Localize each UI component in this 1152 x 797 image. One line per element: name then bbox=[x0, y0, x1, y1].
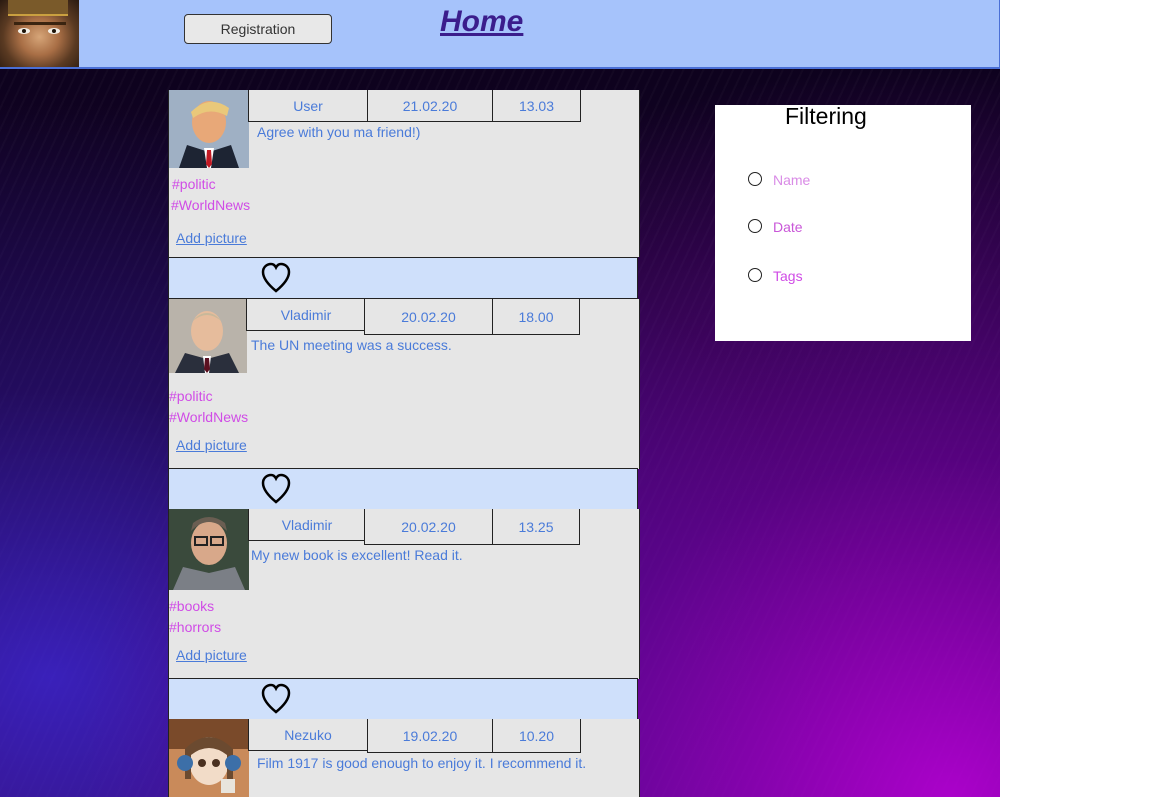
logo-eye-left bbox=[18, 28, 30, 34]
post-tag[interactable]: #horrors bbox=[169, 619, 221, 635]
avatar-image bbox=[169, 90, 249, 168]
post-card: Nezuko 19.02.20 10.20 Film 1917 is good … bbox=[168, 719, 640, 797]
like-bar bbox=[168, 257, 638, 299]
avatar-image bbox=[169, 299, 247, 373]
logo-brow bbox=[14, 22, 66, 25]
avatar bbox=[169, 719, 249, 797]
filter-name-radio[interactable] bbox=[748, 172, 762, 186]
post-time: 18.00 bbox=[492, 299, 580, 335]
post-time: 10.20 bbox=[492, 719, 581, 753]
add-picture-link[interactable]: Add picture bbox=[176, 647, 247, 663]
add-picture-link[interactable]: Add picture bbox=[176, 437, 247, 453]
filter-panel: Filtering Name Date Tags bbox=[715, 103, 971, 341]
post-text: Agree with you ma friend!) bbox=[257, 124, 421, 140]
heart-icon[interactable] bbox=[261, 683, 291, 715]
home-link[interactable]: Home bbox=[440, 5, 523, 39]
post-time: 13.03 bbox=[492, 90, 581, 122]
heart-icon[interactable] bbox=[261, 473, 291, 505]
post-card: Vladimir 20.02.20 13.25 My new book is e… bbox=[168, 509, 640, 679]
filter-tags-radio[interactable] bbox=[748, 268, 762, 282]
post-date: 21.02.20 bbox=[367, 90, 493, 122]
post-card: Vladimir 20.02.20 18.00 The UN meeting w… bbox=[168, 299, 640, 469]
logo-eye-right bbox=[48, 28, 60, 34]
post-text: The UN meeting was a success. bbox=[251, 337, 452, 353]
header-bar: Registration Home bbox=[0, 0, 1000, 69]
post-author: Nezuko bbox=[248, 719, 368, 751]
logo-crown bbox=[8, 0, 68, 16]
post-author: Vladimir bbox=[248, 509, 366, 541]
registration-button[interactable]: Registration bbox=[184, 14, 332, 44]
post-card: User 21.02.20 13.03 Agree with you ma fr… bbox=[168, 90, 640, 257]
post-tag[interactable]: #books bbox=[169, 598, 214, 614]
filter-date-label[interactable]: Date bbox=[773, 219, 803, 235]
post-tag[interactable]: #WorldNews bbox=[169, 409, 248, 425]
filter-date-radio[interactable] bbox=[748, 219, 762, 233]
avatar bbox=[169, 509, 249, 590]
post-date: 19.02.20 bbox=[367, 719, 493, 753]
post-time: 13.25 bbox=[492, 509, 580, 545]
post-author: User bbox=[248, 90, 368, 122]
post-author: Vladimir bbox=[246, 299, 366, 331]
post-date: 20.02.20 bbox=[364, 509, 493, 545]
avatar bbox=[169, 299, 249, 373]
heart-icon[interactable] bbox=[261, 262, 291, 294]
like-bar bbox=[168, 468, 638, 510]
post-tag[interactable]: #politic bbox=[172, 176, 216, 192]
post-text: Film 1917 is good enough to enjoy it. I … bbox=[257, 755, 587, 771]
filter-title: Filtering bbox=[785, 103, 867, 129]
add-picture-link[interactable]: Add picture bbox=[176, 230, 247, 246]
filter-tags-label[interactable]: Tags bbox=[773, 268, 803, 284]
post-date: 20.02.20 bbox=[364, 299, 493, 335]
post-tag[interactable]: #WorldNews bbox=[171, 197, 250, 213]
like-bar bbox=[168, 678, 638, 720]
avatar-image bbox=[169, 719, 249, 797]
avatar-image bbox=[169, 509, 249, 590]
filter-name-label[interactable]: Name bbox=[773, 172, 810, 188]
post-text: My new book is excellent! Read it. bbox=[251, 547, 463, 563]
post-tag[interactable]: #politic bbox=[169, 388, 213, 404]
avatar bbox=[169, 90, 249, 168]
site-logo[interactable] bbox=[0, 0, 79, 67]
